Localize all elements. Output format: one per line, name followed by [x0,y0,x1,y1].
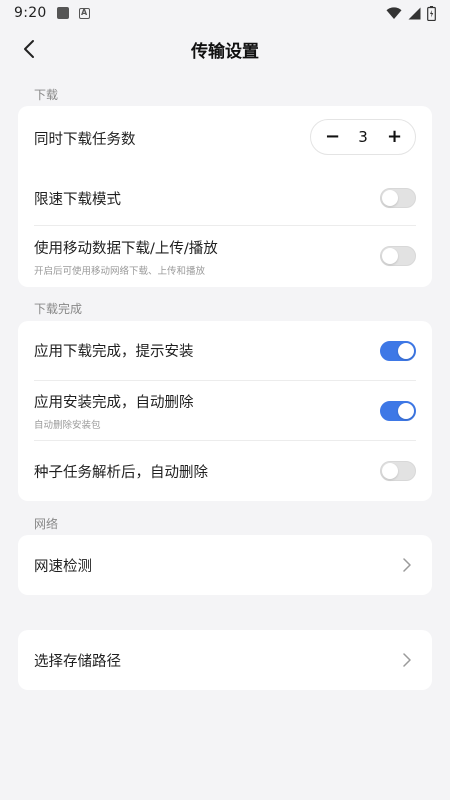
card-network: 网速检测 [18,535,432,595]
notification-square-icon [56,7,69,19]
card-download: 同时下载任务数 − 3 + 限速下载模式 使用移动数据下载/上传/播放 开启后可… [18,106,432,287]
back-arrow-icon [24,40,34,58]
speed-limit-label: 限速下载模式 [34,191,121,208]
toggle-knob [398,403,414,419]
toggle-knob [382,248,398,264]
toggle-knob [382,463,398,479]
battery-icon [427,5,436,21]
wifi-icon [386,6,402,19]
card-storage: 选择存储路径 [18,630,432,690]
status-time: 9:20 [14,5,47,21]
mobile-data-label: 使用移动数据下载/上传/播放 [34,240,218,257]
row-torrent-delete[interactable]: 种子任务解析后，自动删除 [18,441,432,501]
mobile-data-toggle[interactable] [380,246,416,266]
stepper-value: 3 [358,128,368,146]
toggle-knob [382,190,398,206]
card-download-complete: 应用下载完成，提示安装 应用安装完成，自动删除 自动删除安装包 种子任务解析后，… [18,321,432,501]
auto-delete-sublabel: 自动删除安装包 [34,419,101,431]
page-title: 传输设置 [191,41,259,62]
app-header: 传输设置 [0,26,450,72]
section-label-download: 下载 [34,88,59,102]
prompt-install-label: 应用下载完成，提示安装 [34,344,194,360]
auto-delete-toggle[interactable] [380,401,416,421]
row-prompt-install[interactable]: 应用下载完成，提示安装 [18,321,432,380]
mobile-data-sublabel: 开启后可使用移动网络下载、上传和播放 [34,265,206,277]
status-bar: 9:20 A [0,0,450,26]
notification-a-icon: A [78,7,90,19]
chevron-right-icon [403,653,411,667]
increment-button[interactable]: + [387,128,402,146]
decrement-button[interactable]: − [325,128,340,146]
row-auto-delete[interactable]: 应用安装完成，自动删除 自动删除安装包 [18,381,432,440]
row-mobile-data[interactable]: 使用移动数据下载/上传/播放 开启后可使用移动网络下载、上传和播放 [18,226,432,287]
row-speed-limit[interactable]: 限速下载模式 [18,170,432,226]
torrent-delete-label: 种子任务解析后，自动删除 [34,464,208,481]
speed-limit-toggle[interactable] [380,188,416,208]
chevron-right-icon [403,558,411,572]
concurrent-tasks-label: 同时下载任务数 [34,131,136,148]
prompt-install-toggle[interactable] [380,341,416,361]
row-concurrent-tasks: 同时下载任务数 − 3 + [18,106,432,170]
speed-test-label: 网速检测 [34,558,92,575]
auto-delete-label: 应用安装完成，自动删除 [34,394,194,411]
back-button[interactable] [16,36,42,62]
section-label-download-complete: 下载完成 [34,302,83,316]
row-storage-path[interactable]: 选择存储路径 [18,630,432,690]
toggle-knob [398,343,414,359]
concurrent-tasks-stepper: − 3 + [310,119,416,155]
row-speed-test[interactable]: 网速检测 [18,535,432,595]
section-label-network: 网络 [34,517,59,531]
storage-path-label: 选择存储路径 [34,653,121,670]
torrent-delete-toggle[interactable] [380,461,416,481]
signal-icon [408,7,421,19]
